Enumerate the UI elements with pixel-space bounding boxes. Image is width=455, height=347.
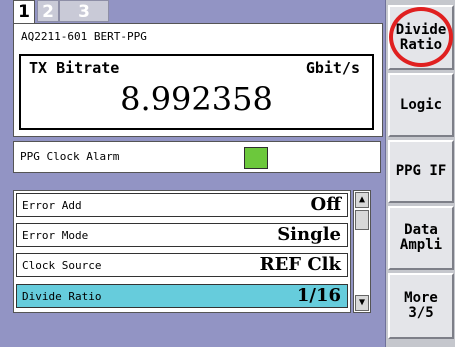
page-tab-3[interactable]: 3 [59,0,109,22]
bitrate-label: TX Bitrate [29,59,120,77]
setting-label: Divide Ratio [22,290,102,303]
settings-scrollbar[interactable]: ▲ ▼ [353,190,371,313]
bitrate-display[interactable]: TX Bitrate Gbit/s 8.992358 [19,54,374,130]
bitrate-unit: Gbit/s [305,59,360,77]
setting-row-error-add[interactable]: Error Add Off [16,193,348,217]
device-panel: AQ2211-601 BERT-PPG TX Bitrate Gbit/s 8.… [13,23,383,137]
setting-label: Error Mode [22,229,89,242]
setting-row-divide-ratio[interactable]: Divide Ratio 1/16 [16,284,348,308]
clock-alarm-panel: PPG Clock Alarm [13,141,381,173]
setting-value: Single [277,224,341,245]
setting-row-error-mode[interactable]: Error Mode Single [16,223,348,247]
setting-value: 1/16 [296,285,341,306]
scroll-down-icon[interactable]: ▼ [355,295,369,311]
bitrate-value: 8.992358 [120,80,273,118]
page-tab-3-label: 3 [78,2,90,22]
setting-label: Clock Source [22,259,102,272]
settings-list: Error Add Off Error Mode Single Clock So… [13,190,351,313]
clock-alarm-indicator [244,147,268,169]
logic-button[interactable]: Logic [388,73,454,137]
setting-value: Off [310,194,341,215]
scroll-up-icon[interactable]: ▲ [355,192,369,208]
main-panel: 1 2 3 AQ2211-601 BERT-PPG TX Bitrate Gbi… [0,0,386,347]
device-name: AQ2211-601 BERT-PPG [21,30,147,43]
setting-value: REF Clk [259,254,341,275]
softkey-panel: Divide Ratio Logic PPG IF Data Ampli Mor… [386,0,455,347]
screen: 1 2 3 AQ2211-601 BERT-PPG TX Bitrate Gbi… [0,0,455,347]
setting-row-clock-source[interactable]: Clock Source REF Clk [16,253,348,277]
page-tab-1[interactable]: 1 [13,0,35,24]
page-tab-2[interactable]: 2 [37,0,59,22]
ppg-if-button[interactable]: PPG IF [388,140,454,203]
divide-ratio-button[interactable]: Divide Ratio [388,5,454,70]
data-ampli-button[interactable]: Data Ampli [388,206,454,270]
setting-label: Error Add [22,199,82,212]
clock-alarm-label: PPG Clock Alarm [20,150,120,163]
scroll-thumb[interactable] [355,210,369,230]
more-button[interactable]: More 3/5 [388,273,454,339]
